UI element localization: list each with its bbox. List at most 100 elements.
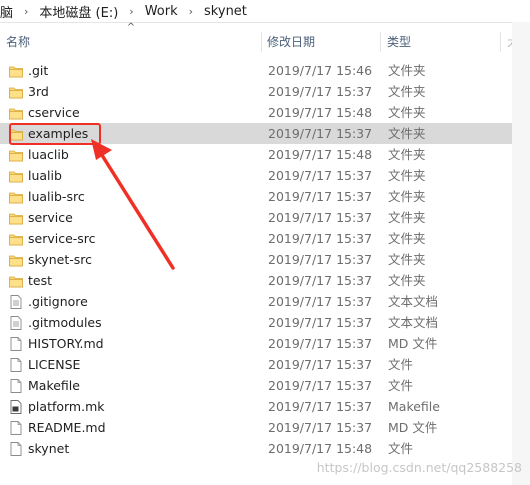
makefile-icon <box>9 400 23 414</box>
file-row[interactable]: README.md 2019/7/17 15:37 MD 文件 <box>0 417 512 438</box>
file-icon <box>9 442 23 456</box>
breadcrumb-item[interactable]: skynet <box>202 4 249 19</box>
file-modified-date: 2019/7/17 15:37 <box>268 420 373 435</box>
file-modified-date: 2019/7/17 15:37 <box>268 315 373 330</box>
breadcrumb-separator-icon: › <box>188 4 194 18</box>
file-modified-date: 2019/7/17 15:37 <box>268 252 373 267</box>
file-modified-date: 2019/7/17 15:37 <box>268 126 373 141</box>
text-file-icon <box>9 316 23 330</box>
file-name: lualib <box>28 168 62 183</box>
file-name: README.md <box>28 420 106 435</box>
file-row[interactable]: .git 2019/7/17 15:46 文件夹 <box>0 60 512 81</box>
file-row[interactable]: 3rd 2019/7/17 15:37 文件夹 <box>0 81 512 102</box>
file-modified-date: 2019/7/17 15:37 <box>268 378 373 393</box>
file-modified-date: 2019/7/17 15:37 <box>268 336 373 351</box>
file-name: luaclib <box>28 147 69 162</box>
file-name: LICENSE <box>28 357 81 372</box>
file-row[interactable]: Makefile 2019/7/17 15:37 文件 <box>0 375 512 396</box>
file-type: 文件 <box>388 378 414 393</box>
file-modified-date: 2019/7/17 15:37 <box>268 231 373 246</box>
column-type[interactable]: 类型 <box>381 30 501 54</box>
text-file-icon <box>9 295 23 309</box>
column-name[interactable]: 名称 <box>0 30 262 54</box>
vertical-scrollbar[interactable] <box>512 22 530 485</box>
breadcrumb-separator-icon: › <box>24 4 29 18</box>
column-name-label: 名称 <box>6 35 31 49</box>
file-icon <box>9 337 23 351</box>
file-row[interactable]: platform.mk 2019/7/17 15:37 Makefile <box>0 396 512 417</box>
file-name: examples <box>28 126 89 141</box>
file-row[interactable]: test 2019/7/17 15:37 文件夹 <box>0 270 512 291</box>
file-name: service <box>28 210 73 225</box>
file-modified-date: 2019/7/17 15:46 <box>268 63 373 78</box>
file-type: 文件夹 <box>388 210 426 225</box>
folder-icon <box>9 169 23 183</box>
file-name: skynet-src <box>28 252 92 267</box>
file-modified-date: 2019/7/17 15:48 <box>268 441 373 456</box>
file-name: test <box>28 273 53 288</box>
file-row[interactable]: skynet 2019/7/17 15:48 文件 <box>0 438 512 459</box>
folder-icon <box>9 148 23 162</box>
folder-icon <box>9 232 23 246</box>
column-date-label: 修改日期 <box>267 35 316 49</box>
folder-icon <box>9 211 23 225</box>
folder-icon <box>9 190 23 204</box>
file-name: platform.mk <box>28 399 105 414</box>
folder-icon <box>9 253 23 267</box>
file-row[interactable]: lualib 2019/7/17 15:37 文件夹 <box>0 165 512 186</box>
file-modified-date: 2019/7/17 15:37 <box>268 273 373 288</box>
breadcrumb-item[interactable]: Work <box>143 4 180 19</box>
file-icon <box>9 379 23 393</box>
file-type: MD 文件 <box>388 336 438 351</box>
file-name: .git <box>28 63 49 78</box>
breadcrumb-item[interactable]: 本地磁盘 (E:) <box>37 2 120 21</box>
file-row[interactable]: luaclib 2019/7/17 15:48 文件夹 <box>0 144 512 165</box>
file-type: 文件夹 <box>388 126 426 141</box>
folder-icon <box>9 85 23 99</box>
column-date[interactable]: 修改日期 <box>261 30 381 54</box>
file-type: 文件夹 <box>388 189 426 204</box>
file-row[interactable]: service 2019/7/17 15:37 文件夹 <box>0 207 512 228</box>
file-row[interactable]: .gitignore 2019/7/17 15:37 文本文档 <box>0 291 512 312</box>
file-type: Makefile <box>388 399 440 414</box>
file-name: .gitignore <box>28 294 88 309</box>
file-row[interactable]: skynet-src 2019/7/17 15:37 文件夹 <box>0 249 512 270</box>
breadcrumb-item[interactable]: 脑 <box>0 2 15 21</box>
file-row[interactable]: LICENSE 2019/7/17 15:37 文件 <box>0 354 512 375</box>
watermark: https://blog.csdn.net/qq2588258 <box>316 460 522 475</box>
file-modified-date: 2019/7/17 15:48 <box>268 147 373 162</box>
file-type: 文件夹 <box>388 147 426 162</box>
file-modified-date: 2019/7/17 15:37 <box>268 168 373 183</box>
file-row[interactable]: cservice 2019/7/17 15:48 文件夹 <box>0 102 512 123</box>
file-name: service-src <box>28 231 96 246</box>
file-row[interactable]: examples 2019/7/17 15:37 文件夹 <box>0 123 512 144</box>
file-modified-date: 2019/7/17 15:37 <box>268 399 373 414</box>
file-modified-date: 2019/7/17 15:37 <box>268 294 373 309</box>
file-modified-date: 2019/7/17 15:37 <box>268 210 373 225</box>
file-name: .gitmodules <box>28 315 102 330</box>
folder-icon <box>9 274 23 288</box>
file-name: lualib-src <box>28 189 85 204</box>
breadcrumb: 脑 › 本地磁盘 (E:) › Work › skynet <box>0 0 530 23</box>
folder-icon <box>9 127 23 141</box>
file-modified-date: 2019/7/17 15:37 <box>268 84 373 99</box>
file-type: 文件夹 <box>388 273 426 288</box>
column-header: 名称 修改日期 类型 大 <box>0 30 530 54</box>
folder-icon <box>9 64 23 78</box>
file-row[interactable]: HISTORY.md 2019/7/17 15:37 MD 文件 <box>0 333 512 354</box>
file-name: 3rd <box>28 84 49 99</box>
file-type: 文本文档 <box>388 315 439 330</box>
file-icon <box>9 421 23 435</box>
breadcrumb-separator-icon: › <box>129 4 134 18</box>
file-type: MD 文件 <box>388 420 438 435</box>
file-row[interactable]: service-src 2019/7/17 15:37 文件夹 <box>0 228 512 249</box>
file-list: .git 2019/7/17 15:46 文件夹 3rd 2019/7/17 15:37… <box>0 60 512 459</box>
file-type: 文件夹 <box>388 105 426 120</box>
file-row[interactable]: lualib-src 2019/7/17 15:37 文件夹 <box>0 186 512 207</box>
file-row[interactable]: .gitmodules 2019/7/17 15:37 文本文档 <box>0 312 512 333</box>
file-type: 文件夹 <box>388 252 426 267</box>
file-type: 文件夹 <box>388 231 426 246</box>
file-type: 文本文档 <box>388 294 439 309</box>
file-type: 文件 <box>388 357 414 372</box>
file-type: 文件夹 <box>388 84 426 99</box>
